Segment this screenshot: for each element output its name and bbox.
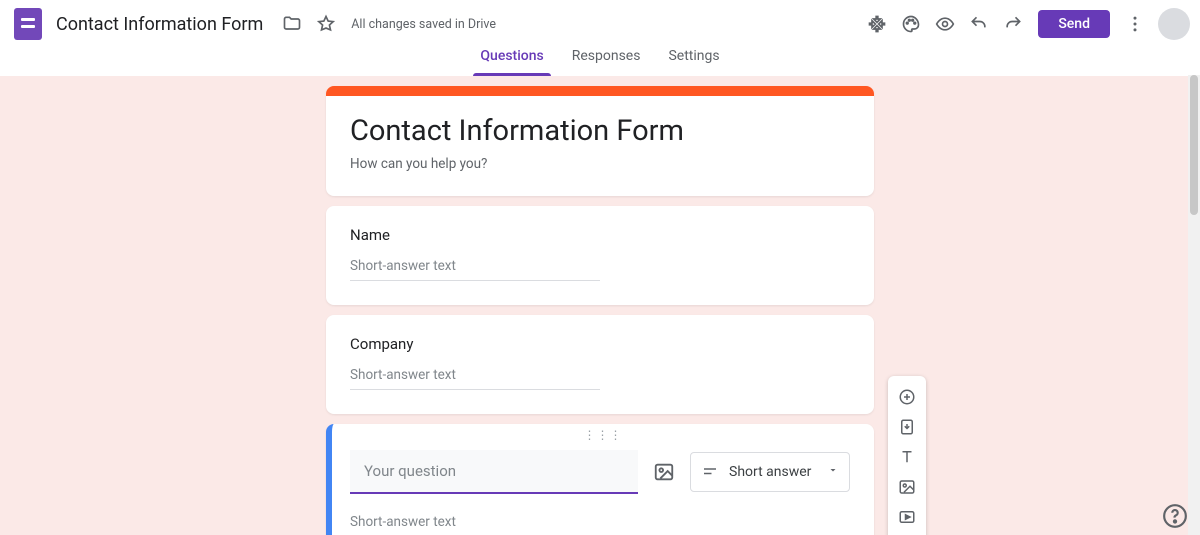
chevron-down-icon — [827, 464, 839, 480]
question-card[interactable]: Company Short-answer text — [326, 315, 874, 414]
save-status: All changes saved in Drive — [351, 17, 496, 32]
vertical-scrollbar[interactable] — [1188, 75, 1200, 535]
send-button[interactable]: Send — [1038, 10, 1110, 38]
question-card-editing[interactable]: ⋮⋮⋮ Short answer — [326, 424, 874, 535]
addons-icon[interactable] — [866, 13, 888, 35]
add-image-icon[interactable] — [652, 460, 676, 484]
star-icon[interactable] — [315, 13, 337, 35]
form-header-card[interactable]: Contact Information Form How can you hel… — [326, 86, 874, 196]
add-title-icon[interactable] — [888, 442, 926, 472]
tab-questions[interactable]: Questions — [466, 48, 557, 76]
account-avatar[interactable] — [1158, 8, 1190, 40]
form-description[interactable]: How can you help you? — [350, 156, 850, 172]
answer-placeholder: Short-answer text — [350, 367, 600, 390]
form-tabs: Questions Responses Settings — [0, 48, 1200, 76]
forms-logo-icon[interactable] — [14, 8, 42, 40]
form-title[interactable]: Contact Information Form — [350, 114, 850, 148]
document-title[interactable]: Contact Information Form — [52, 12, 267, 37]
answer-placeholder: Short-answer text — [350, 514, 600, 535]
form-canvas: Contact Information Form How can you hel… — [0, 76, 1200, 535]
drag-handle-icon[interactable]: ⋮⋮⋮ — [584, 428, 623, 442]
add-image-toolbar-icon[interactable] — [888, 472, 926, 502]
undo-icon[interactable] — [968, 13, 990, 35]
tab-responses[interactable]: Responses — [558, 48, 655, 76]
tab-settings[interactable]: Settings — [654, 48, 733, 76]
more-icon[interactable] — [1124, 13, 1146, 35]
question-toolbar — [888, 376, 926, 535]
question-label: Name — [350, 226, 850, 244]
preview-icon[interactable] — [934, 13, 956, 35]
question-type-label: Short answer — [729, 464, 811, 480]
add-question-icon[interactable] — [888, 382, 926, 412]
add-video-icon[interactable] — [888, 502, 926, 532]
scrollbar-thumb[interactable] — [1190, 75, 1198, 215]
move-to-folder-icon[interactable] — [281, 13, 303, 35]
answer-placeholder: Short-answer text — [350, 258, 600, 281]
import-questions-icon[interactable] — [888, 412, 926, 442]
question-type-select[interactable]: Short answer — [690, 452, 850, 492]
question-card[interactable]: Name Short-answer text — [326, 206, 874, 305]
app-header: Contact Information Form All changes sav… — [0, 0, 1200, 48]
help-icon[interactable] — [1162, 503, 1190, 531]
question-title-input[interactable] — [350, 450, 638, 494]
customize-theme-icon[interactable] — [900, 13, 922, 35]
redo-icon[interactable] — [1002, 13, 1024, 35]
question-label: Company — [350, 335, 850, 353]
